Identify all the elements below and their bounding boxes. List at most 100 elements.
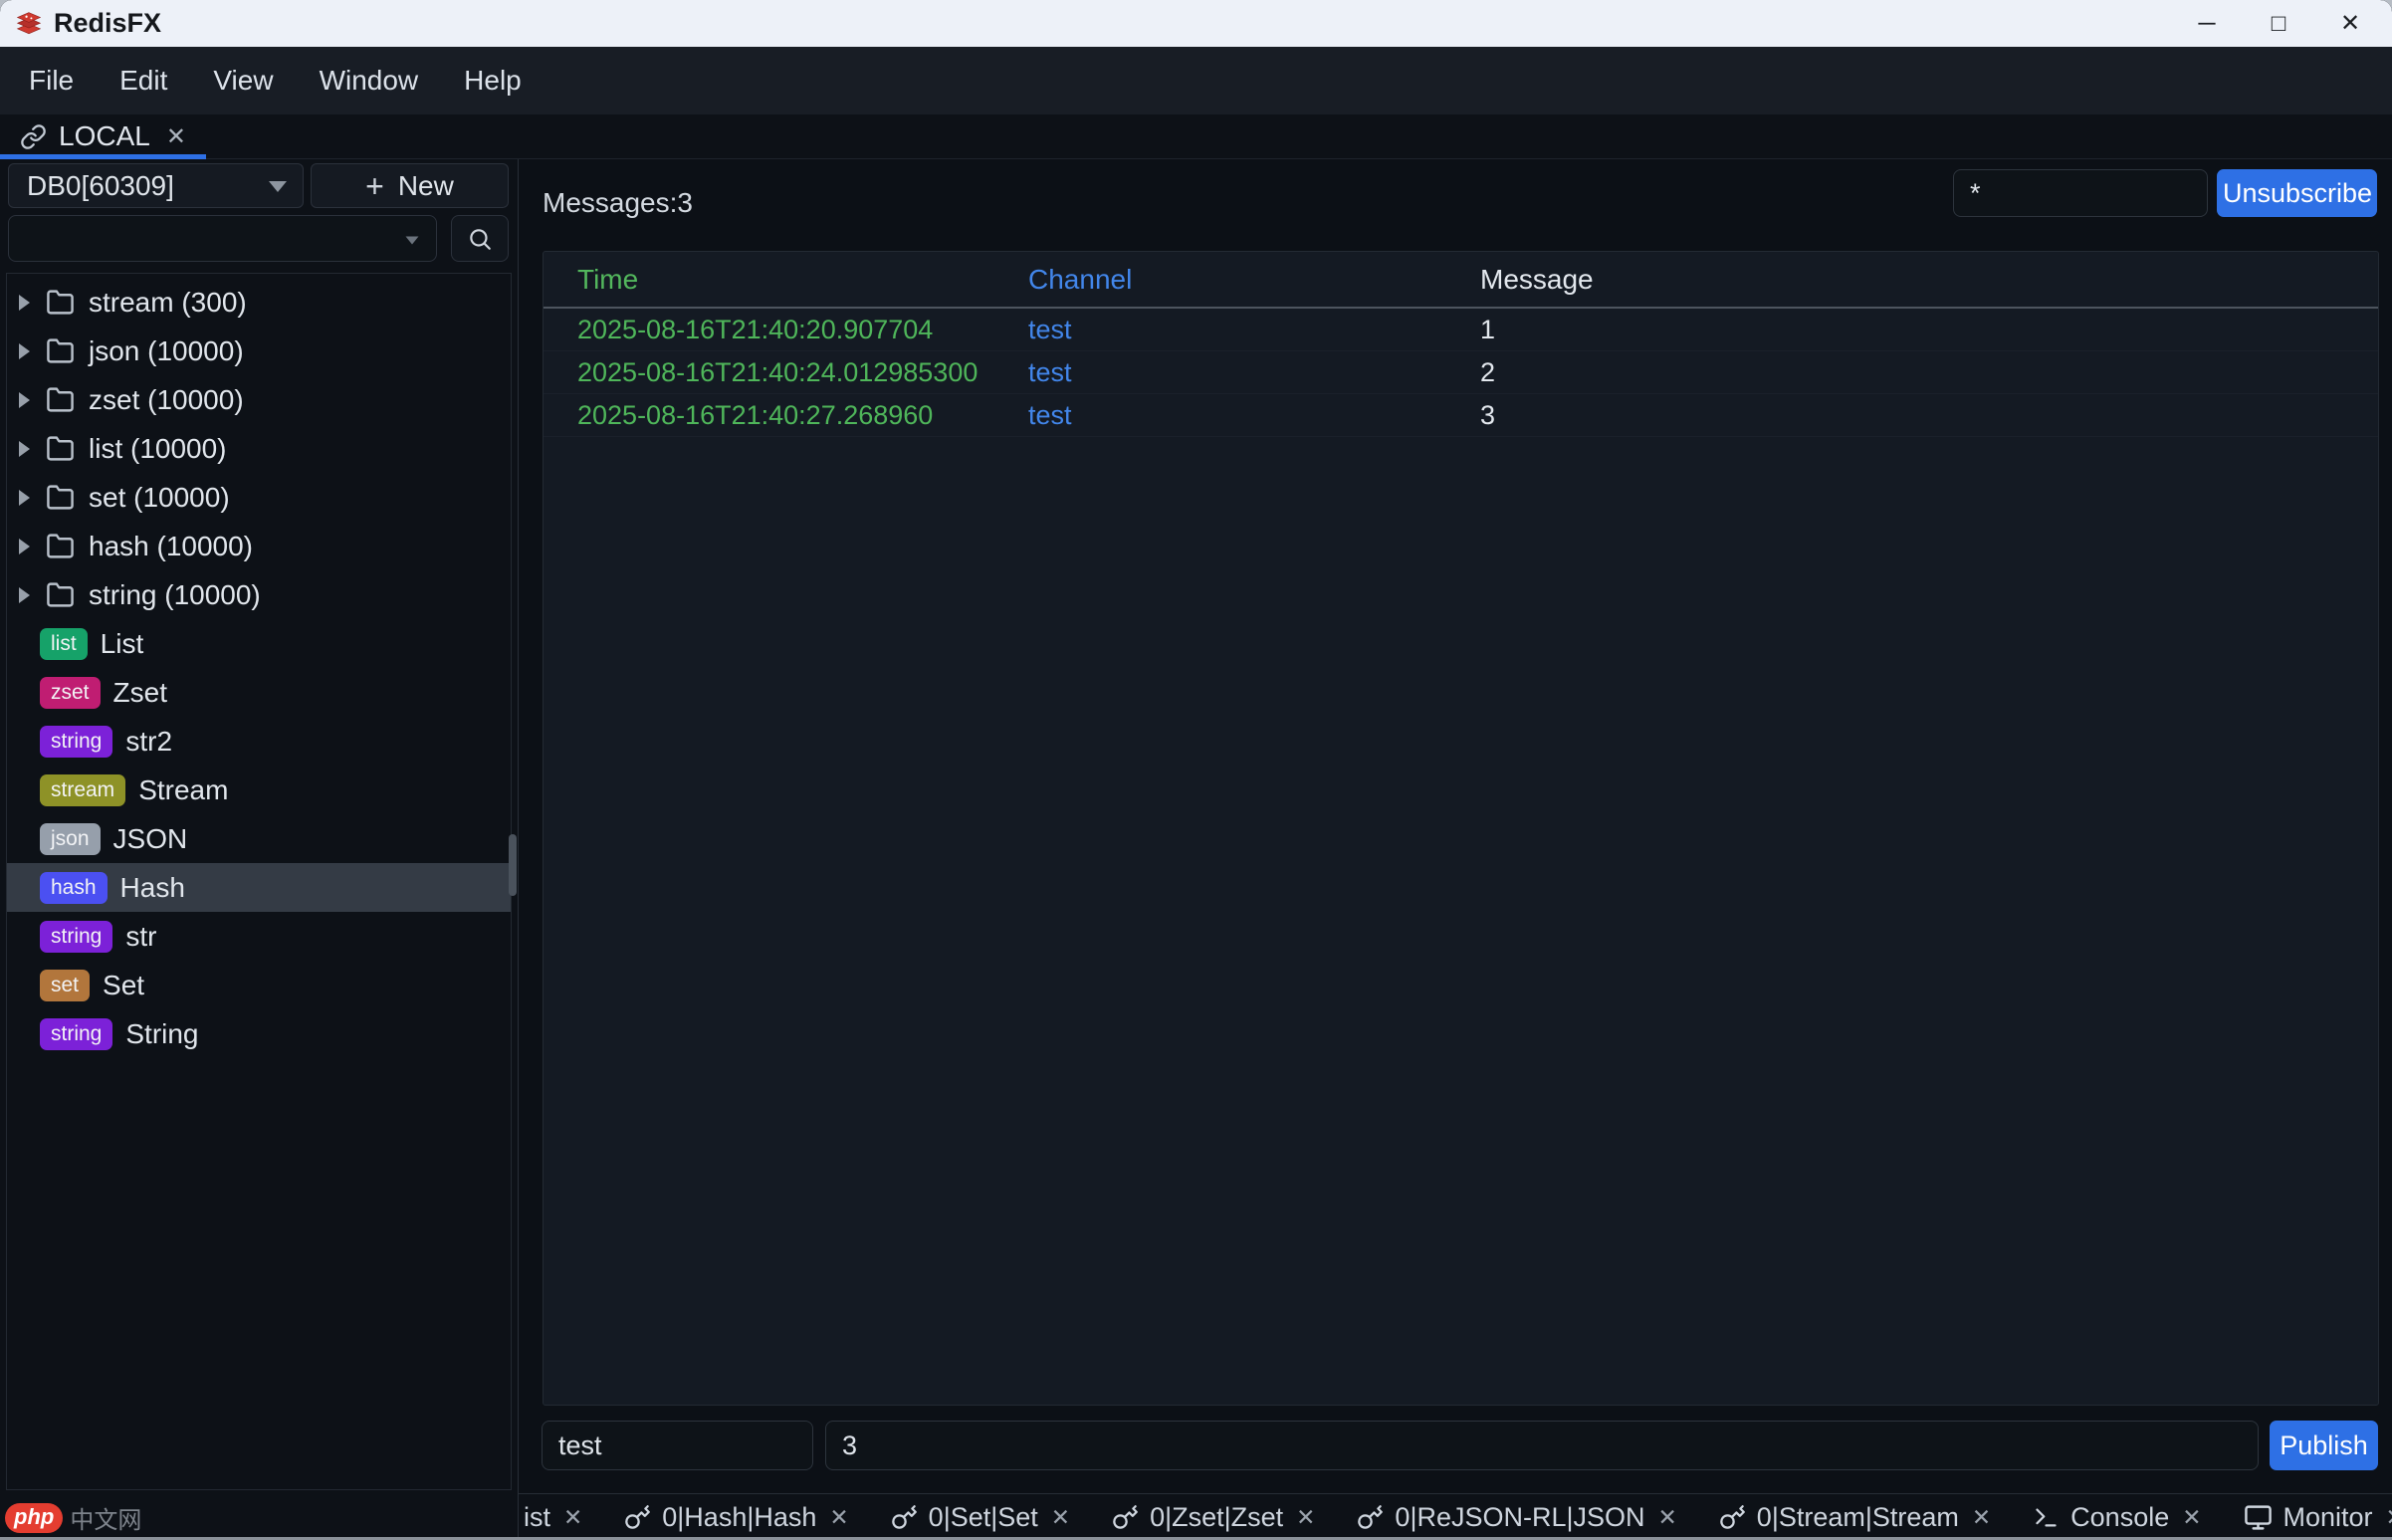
menu-help[interactable]: Help bbox=[441, 65, 544, 97]
cell-channel: test bbox=[1028, 315, 1480, 345]
bottom-tab-0-stream-stream[interactable]: 0|Stream|Stream ✕ bbox=[1698, 1494, 2012, 1540]
tree-folder-stream-300[interactable]: stream (300) bbox=[7, 278, 511, 327]
db-selector[interactable]: DB0[60309] bbox=[8, 163, 304, 208]
menu-window[interactable]: Window bbox=[297, 65, 442, 97]
close-icon[interactable]: ✕ bbox=[1051, 1504, 1070, 1531]
key-search-input[interactable] bbox=[8, 215, 437, 262]
folder-icon bbox=[46, 580, 75, 609]
close-icon[interactable]: ✕ bbox=[166, 122, 186, 151]
close-button[interactable]: ✕ bbox=[2314, 0, 2386, 47]
bottom-tab-0-rejson-rl-json[interactable]: 0|ReJSON-RL|JSON ✕ bbox=[1336, 1494, 1697, 1540]
bottom-tab-monitor[interactable]: Monitor ✕ bbox=[2223, 1494, 2392, 1540]
tree-folder-zset-10000[interactable]: zset (10000) bbox=[7, 375, 511, 424]
column-header-time[interactable]: Time bbox=[577, 264, 1028, 296]
message-row[interactable]: 2025-08-16T21:40:27.268960 test 3 bbox=[544, 394, 2378, 437]
publish-bar: Publish bbox=[519, 1406, 2392, 1493]
tree-folder-list-10000[interactable]: list (10000) bbox=[7, 424, 511, 473]
expand-arrow-icon[interactable] bbox=[19, 539, 30, 554]
minimize-button[interactable]: ─ bbox=[2171, 0, 2243, 47]
expand-arrow-icon[interactable] bbox=[19, 343, 30, 359]
menu-bar: FileEditViewWindowHelp bbox=[0, 47, 2392, 114]
search-icon bbox=[467, 226, 493, 252]
redis-logo-icon bbox=[16, 11, 42, 37]
menu-file[interactable]: File bbox=[6, 65, 97, 97]
connection-tab-bar: LOCAL ✕ bbox=[0, 114, 2392, 159]
publish-channel-input[interactable] bbox=[542, 1421, 813, 1470]
expand-arrow-icon[interactable] bbox=[19, 392, 30, 408]
folder-label: zset (10000) bbox=[89, 384, 244, 416]
tree-folder-set-10000[interactable]: set (10000) bbox=[7, 473, 511, 522]
key-item-str2[interactable]: string str2 bbox=[7, 717, 511, 766]
expand-arrow-icon[interactable] bbox=[19, 295, 30, 311]
publish-button[interactable]: Publish bbox=[2270, 1421, 2378, 1470]
connection-tab-local[interactable]: LOCAL ✕ bbox=[0, 114, 206, 158]
key-item-string[interactable]: string String bbox=[7, 1009, 511, 1058]
type-badge: zset bbox=[40, 677, 101, 709]
menu-view[interactable]: View bbox=[190, 65, 296, 97]
type-badge: hash bbox=[40, 872, 108, 904]
key-item-json[interactable]: json JSON bbox=[7, 814, 511, 863]
expand-arrow-icon[interactable] bbox=[19, 441, 30, 457]
close-icon[interactable]: ✕ bbox=[2386, 1504, 2392, 1531]
type-badge: stream bbox=[40, 774, 125, 806]
close-icon[interactable]: ✕ bbox=[563, 1504, 582, 1531]
expand-arrow-icon[interactable] bbox=[19, 587, 30, 603]
key-item-set[interactable]: set Set bbox=[7, 961, 511, 1009]
cell-time: 2025-08-16T21:40:27.268960 bbox=[577, 400, 1028, 431]
key-icon bbox=[1357, 1504, 1384, 1531]
type-badge: string bbox=[40, 921, 112, 953]
messages-count-label: Messages:3 bbox=[543, 187, 693, 219]
search-button[interactable] bbox=[451, 215, 509, 262]
maximize-button[interactable]: □ bbox=[2243, 0, 2314, 47]
close-icon[interactable]: ✕ bbox=[829, 1504, 848, 1531]
message-row[interactable]: 2025-08-16T21:40:24.012985300 test 2 bbox=[544, 351, 2378, 394]
db-selector-value: DB0[60309] bbox=[27, 170, 174, 202]
close-icon[interactable]: ✕ bbox=[1658, 1504, 1677, 1531]
bottom-tab-label: ist bbox=[524, 1502, 550, 1533]
message-row[interactable]: 2025-08-16T21:40:20.907704 test 1 bbox=[544, 309, 2378, 351]
column-header-message[interactable]: Message bbox=[1480, 264, 2378, 296]
close-icon[interactable]: ✕ bbox=[1296, 1504, 1315, 1531]
folder-label: stream (300) bbox=[89, 287, 247, 319]
close-icon[interactable]: ✕ bbox=[1972, 1504, 1991, 1531]
bottom-tab-0-set-set[interactable]: 0|Set|Set ✕ bbox=[870, 1494, 1091, 1540]
cell-message: 3 bbox=[1480, 400, 2378, 431]
key-icon bbox=[624, 1504, 651, 1531]
type-badge: string bbox=[40, 726, 112, 758]
expand-arrow-icon[interactable] bbox=[19, 490, 30, 506]
subscribe-pattern-input[interactable] bbox=[1953, 169, 2208, 217]
key-item-zset[interactable]: zset Zset bbox=[7, 668, 511, 717]
php-logo-icon: php bbox=[5, 1503, 63, 1533]
connection-tab-label: LOCAL bbox=[59, 120, 150, 152]
tree-folder-hash-10000[interactable]: hash (10000) bbox=[7, 522, 511, 570]
tree-folder-string-10000[interactable]: string (10000) bbox=[7, 570, 511, 619]
key-item-list[interactable]: list List bbox=[7, 619, 511, 668]
title-bar: RedisFX ─ □ ✕ bbox=[0, 0, 2392, 47]
key-icon bbox=[1719, 1504, 1746, 1531]
bottom-tab-label: 0|Stream|Stream bbox=[1757, 1502, 1959, 1533]
key-item-stream[interactable]: stream Stream bbox=[7, 766, 511, 814]
menu-edit[interactable]: Edit bbox=[97, 65, 190, 97]
bottom-tab-0-zset-zset[interactable]: 0|Zset|Zset ✕ bbox=[1091, 1494, 1336, 1540]
key-item-str[interactable]: string str bbox=[7, 912, 511, 961]
folder-label: json (10000) bbox=[89, 335, 244, 367]
window-controls: ─ □ ✕ bbox=[2171, 0, 2386, 47]
key-label: Zset bbox=[113, 677, 167, 709]
column-header-channel[interactable]: Channel bbox=[1028, 264, 1480, 296]
key-label: JSON bbox=[113, 823, 188, 855]
bottom-tab-bar: ist ✕ 0|Hash|Hash ✕ 0|Set|Set ✕ 0|Zset|Z… bbox=[519, 1493, 2392, 1540]
new-connection-button[interactable]: + New bbox=[311, 163, 509, 208]
unsubscribe-button[interactable]: Unsubscribe bbox=[2217, 169, 2377, 217]
folder-label: set (10000) bbox=[89, 482, 230, 514]
tree-folder-json-10000[interactable]: json (10000) bbox=[7, 327, 511, 375]
bottom-tab-ist[interactable]: ist ✕ bbox=[519, 1494, 603, 1540]
publish-message-input[interactable] bbox=[825, 1421, 2259, 1470]
bottom-tab-console[interactable]: Console ✕ bbox=[2012, 1494, 2222, 1540]
key-label: str bbox=[125, 921, 156, 953]
bottom-tab-label: Monitor bbox=[2283, 1502, 2373, 1533]
key-item-hash[interactable]: hash Hash bbox=[7, 863, 511, 912]
close-icon[interactable]: ✕ bbox=[2182, 1504, 2201, 1531]
sidebar-scrollbar[interactable] bbox=[509, 834, 517, 896]
bottom-tab-0-hash-hash[interactable]: 0|Hash|Hash ✕ bbox=[603, 1494, 869, 1540]
chevron-down-icon bbox=[406, 237, 419, 245]
